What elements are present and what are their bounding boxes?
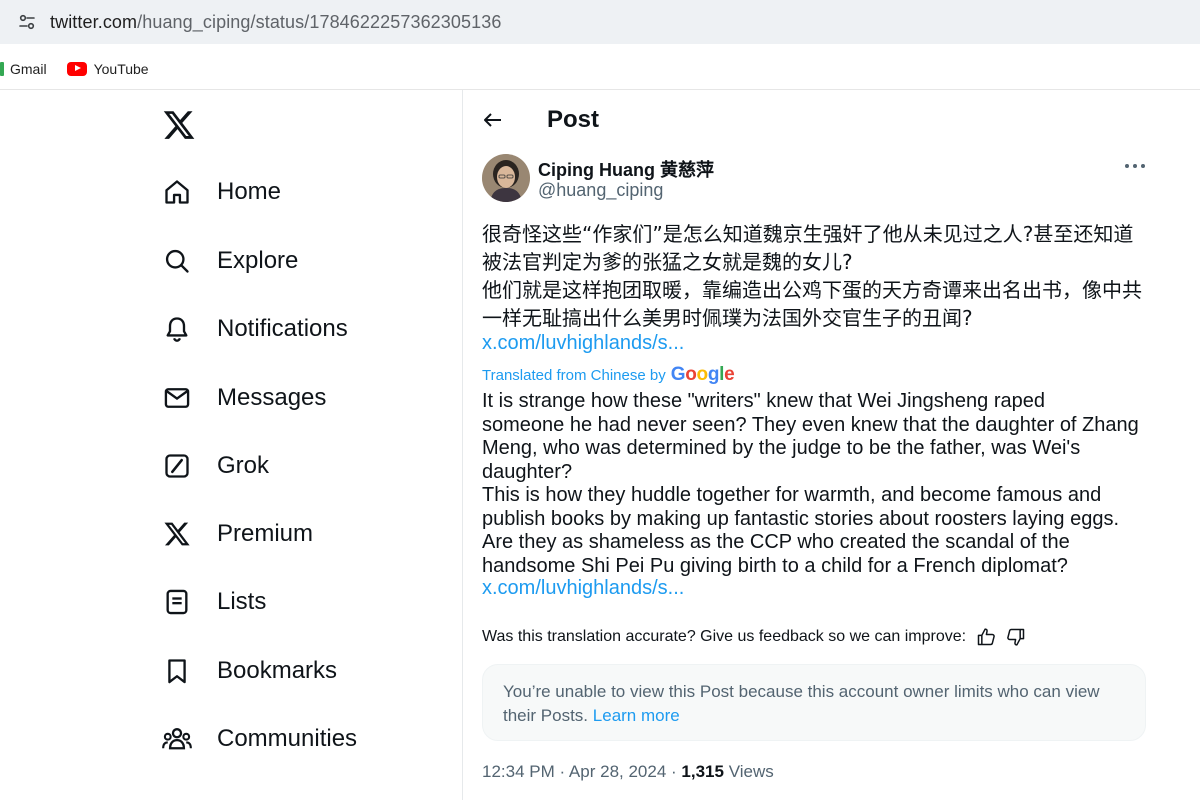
sidebar-item-label: Explore <box>217 247 299 274</box>
avatar[interactable] <box>482 154 530 202</box>
home-icon <box>162 177 192 207</box>
sidebar-item-label: Lists <box>217 588 267 615</box>
sidebar-item-communities[interactable]: Communities <box>162 717 357 761</box>
sidebar-item-label: Communities <box>217 725 358 752</box>
thumbs-up-icon[interactable] <box>976 627 996 647</box>
author-name[interactable]: Ciping Huang 黄慈萍 <box>538 156 714 182</box>
sidebar-item-home[interactable]: Home <box>162 170 281 214</box>
site-settings-icon[interactable] <box>18 13 36 31</box>
post-original-text: 很奇怪这些“作家们”是怎么知道魏京生强奸了他从未见过之人?甚至还知道 被法官判定… <box>482 220 1162 332</box>
translated-text-line: publish books by making up fantastic sto… <box>482 507 1120 530</box>
translated-text-line: handsome Shi Pei Pu giving birth to a ch… <box>482 554 1068 577</box>
gmail-icon <box>0 61 4 76</box>
post-text-line: 被法官判定为爹的张猛之女就是魏的女儿? <box>482 250 853 274</box>
url-host: twitter.com <box>50 11 138 32</box>
learn-more-link[interactable]: Learn more <box>593 706 680 725</box>
grok-icon <box>162 451 192 481</box>
post-text-line: 一样无耻搞出什么美男时佩璞为法国外交官生子的丑闻? <box>482 306 973 330</box>
translated-from-label: Translated from Chinese by <box>482 366 666 384</box>
avatar-image <box>482 154 530 202</box>
bookmark-label: YouTube <box>93 60 149 77</box>
sidebar-item-label: Premium <box>217 520 314 547</box>
feedback-text: Was this translation accurate? Give us f… <box>482 628 967 645</box>
url-text[interactable]: twitter.com/huang_ciping/status/17846222… <box>50 12 501 33</box>
more-options-icon[interactable] <box>1123 160 1147 172</box>
search-icon <box>162 246 192 276</box>
x-icon <box>162 519 192 549</box>
translated-link[interactable]: x.com/luvhighlands/s... <box>482 577 684 600</box>
translated-text-line: Are they as shameless as the CCP who cre… <box>482 531 1070 553</box>
url-path: /huang_ciping/status/1784622257362305136 <box>137 11 502 32</box>
bookmark-gmail[interactable]: Gmail <box>0 61 47 77</box>
sidebar-item-label: Grok <box>217 452 270 479</box>
restricted-post-notice: You’re unable to view this Post because … <box>482 664 1146 741</box>
sidebar-item-label: Notifications <box>217 315 348 342</box>
translation-attribution[interactable]: Translated from Chinese by Google <box>482 364 735 386</box>
browser-address-bar[interactable]: twitter.com/huang_ciping/status/17846222… <box>0 0 1200 44</box>
sidebar-item-premium[interactable]: Premium <box>162 512 313 556</box>
thumbs-down-icon[interactable] <box>1006 627 1026 647</box>
sidebar-nav: Home Explore Notifications Messages Grok… <box>0 90 462 800</box>
post-text-line: 很奇怪这些“作家们”是怎么知道魏京生强奸了他从未见过之人?甚至还知道 <box>482 222 1134 246</box>
translated-text-line: It is strange how these "writers" knew t… <box>482 390 1045 412</box>
list-icon <box>162 587 192 617</box>
page-title: Post <box>547 106 600 133</box>
translated-text-line: Meng, who was determined by the judge to… <box>482 437 1081 459</box>
bookmark-icon <box>162 656 192 686</box>
google-logo: Google <box>670 364 735 385</box>
bookmarks-bar: Gmail YouTube <box>0 48 1200 90</box>
sidebar-item-label: Bookmarks <box>217 657 338 684</box>
communities-icon <box>162 724 192 754</box>
bookmark-label: Gmail <box>10 60 47 77</box>
sidebar-item-lists[interactable]: Lists <box>162 580 266 624</box>
envelope-icon <box>162 383 192 413</box>
views-label: Views <box>728 762 774 781</box>
sidebar-item-grok[interactable]: Grok <box>162 444 269 488</box>
back-arrow-icon[interactable] <box>481 108 505 132</box>
translation-feedback: Was this translation accurate? Give us f… <box>482 627 1026 647</box>
post-text-line: 他们就是这样抱团取暖，靠编造出公鸡下蛋的天方奇谭来出名出书，像中共 <box>482 278 1142 302</box>
post-timestamp[interactable]: 12:34 PM · Apr 28, 2024 · <box>482 762 677 781</box>
youtube-icon <box>66 61 87 76</box>
x-logo-icon[interactable] <box>162 108 196 142</box>
sidebar-item-label: Home <box>217 178 282 205</box>
sidebar-item-bookmarks[interactable]: Bookmarks <box>162 649 337 693</box>
post-meta: 12:34 PM · Apr 28, 2024 · 1,315 Views <box>482 762 774 782</box>
bell-icon <box>162 314 192 344</box>
original-link[interactable]: x.com/luvhighlands/s... <box>482 332 684 355</box>
translated-text-line: daughter? <box>482 460 573 483</box>
sidebar-item-explore[interactable]: Explore <box>162 239 298 283</box>
author-handle[interactable]: @huang_ciping <box>538 180 663 201</box>
bookmark-youtube[interactable]: YouTube <box>66 60 149 77</box>
post-column: Post Ciping Huang 黄慈萍 @huang_ciping 很奇怪这… <box>463 90 1200 800</box>
sidebar-item-messages[interactable]: Messages <box>162 376 326 420</box>
translated-text-line: someone he had never seen? They even kne… <box>482 413 1139 436</box>
sidebar-item-notifications[interactable]: Notifications <box>162 307 348 351</box>
sidebar-item-label: Messages <box>217 384 327 411</box>
views-count: 1,315 <box>681 762 724 781</box>
post-translated-text: It is strange how these "writers" knew t… <box>482 390 1157 578</box>
translated-text-line: This is how they huddle together for war… <box>482 484 1102 506</box>
